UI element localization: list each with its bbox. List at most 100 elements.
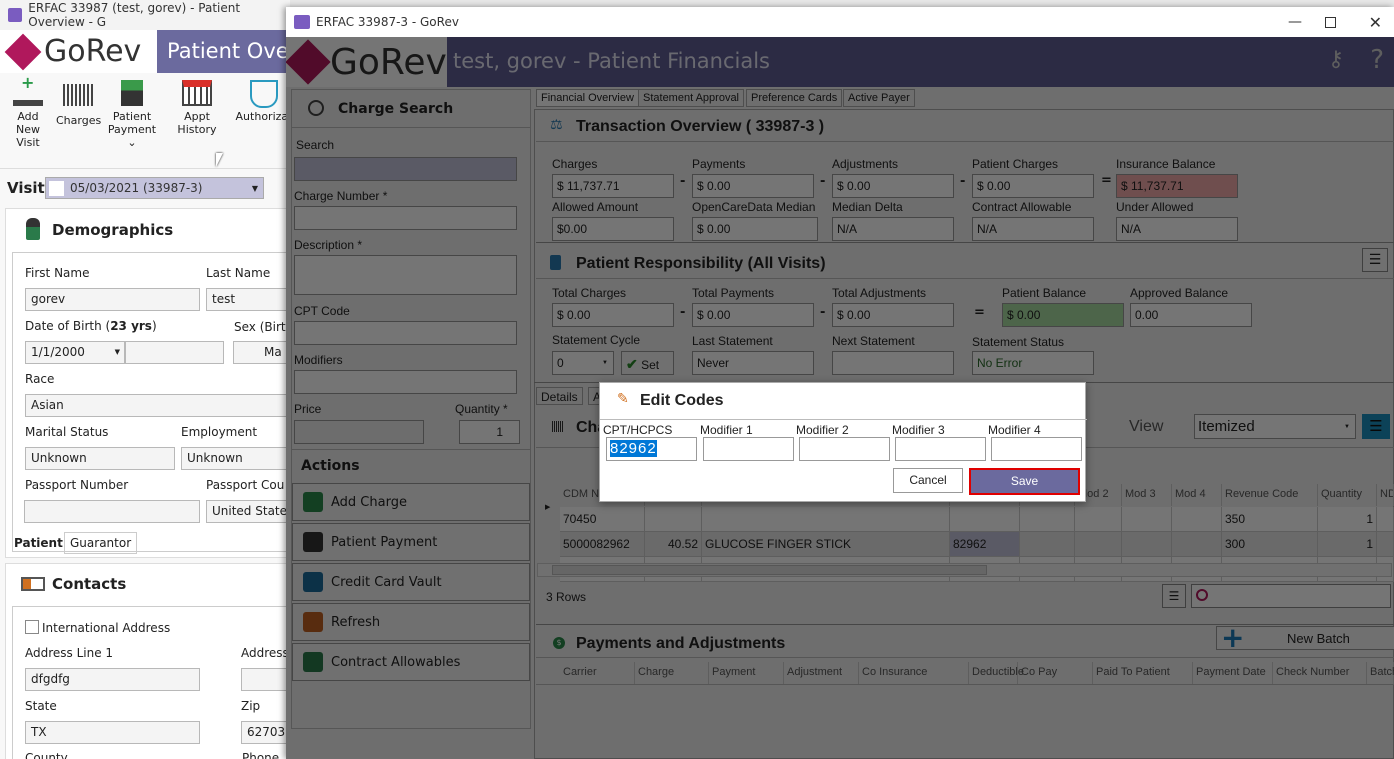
close-button[interactable]: ✕	[1369, 13, 1382, 32]
statement-cycle-select[interactable]: 0 ▼	[552, 351, 614, 375]
tab-patient[interactable]: Patient	[14, 536, 63, 550]
time-stepper[interactable]	[125, 341, 224, 364]
maximize-button[interactable]	[1325, 16, 1336, 28]
tab-financial-overview[interactable]: Financial Overview	[536, 89, 639, 107]
description-textarea[interactable]	[294, 255, 517, 295]
table-cell[interactable]	[1020, 532, 1075, 557]
help-keys-icon[interactable]: ⚷	[1328, 47, 1344, 72]
modifier-4-input[interactable]	[991, 437, 1082, 461]
scrollbar-thumb[interactable]	[552, 565, 987, 575]
minimize-button[interactable]: —	[1288, 14, 1302, 30]
refresh-icon	[303, 612, 323, 632]
table-cell[interactable]	[1122, 532, 1172, 557]
payments-adjustments-title: Payments and Adjustments	[576, 635, 786, 652]
help-icon[interactable]: ?	[1370, 45, 1384, 75]
modifier-1-input[interactable]	[703, 437, 794, 461]
column-header: Deductible	[969, 662, 1024, 684]
table-cell[interactable]	[1377, 507, 1394, 532]
charge-number-label: Charge Number *	[294, 189, 388, 203]
address-line-2-field[interactable]	[241, 668, 290, 691]
table-cell[interactable]	[1122, 507, 1172, 532]
view-select[interactable]: Itemized ▼	[1194, 414, 1356, 439]
cancel-button[interactable]: Cancel	[893, 468, 963, 493]
table-cell[interactable]	[702, 507, 950, 532]
employment-label: Employment	[181, 425, 258, 439]
table-cell[interactable]: 350	[1222, 507, 1318, 532]
tab-preference-cards[interactable]: Preference Cards	[746, 89, 843, 107]
address-line-1-field[interactable]: dfgdfg	[25, 668, 200, 691]
app-icon	[294, 15, 310, 29]
action-contract-allowables-button[interactable]: Contract Allowables	[292, 643, 530, 681]
tab-statement-approval[interactable]: Statement Approval	[638, 89, 745, 107]
first-name-field[interactable]: gorev	[25, 288, 200, 311]
visit-select[interactable]: 05/03/2021 (33987-3) ▼	[45, 177, 264, 199]
column-menu-button[interactable]: ☰	[1362, 414, 1390, 439]
charges-button[interactable]: Charges	[56, 80, 101, 127]
grid-menu-button[interactable]: ☰	[1162, 584, 1186, 608]
patient-payment-button[interactable]: Patient Payment ⌄	[104, 80, 160, 149]
price-label: Price	[294, 402, 322, 416]
modifier-3-input[interactable]	[895, 437, 986, 461]
international-address-checkbox[interactable]	[25, 620, 39, 634]
table-cell[interactable]: 82962	[950, 532, 1020, 557]
charge-number-input[interactable]	[294, 206, 517, 230]
passport-country-select[interactable]: United States	[206, 500, 290, 523]
modifier-4-label: Modifier 4	[988, 423, 1041, 437]
search-input[interactable]	[294, 157, 517, 181]
action-credit-card-vault-button[interactable]: Credit Card Vault	[292, 563, 530, 601]
first-name-label: First Name	[25, 266, 90, 280]
table-cell[interactable]	[1172, 507, 1222, 532]
table-cell[interactable]: 40.52	[645, 532, 702, 557]
new-batch-button[interactable]: + New Batch	[1216, 621, 1394, 654]
page-title: test, gorev - Patient Financials	[453, 49, 770, 73]
modifier-2-input[interactable]	[799, 437, 890, 461]
last-name-field[interactable]: test	[206, 288, 290, 311]
action-refresh-button[interactable]: Refresh	[292, 603, 530, 641]
set-button[interactable]: ✔ Set	[621, 351, 674, 375]
international-address-label: International Address	[42, 621, 171, 635]
visit-checkbox[interactable]	[49, 180, 64, 196]
menu-button[interactable]: ☰	[1362, 248, 1388, 272]
table-cell[interactable]: 1	[1318, 507, 1377, 532]
tab-details[interactable]: Details	[536, 387, 583, 405]
passport-number-field[interactable]	[24, 500, 200, 523]
table-cell[interactable]	[1377, 532, 1394, 557]
shield-clipboard-icon	[250, 80, 278, 108]
authorizations-button[interactable]: Authorizat	[234, 80, 290, 123]
visit-label: Visit	[7, 179, 45, 197]
table-cell[interactable]	[1075, 507, 1122, 532]
modifiers-input[interactable]	[294, 370, 517, 394]
table-cell[interactable]: 5000082962	[560, 532, 645, 557]
table-cell[interactable]	[1075, 532, 1122, 557]
table-cell[interactable]: 300	[1222, 532, 1318, 557]
table-cell[interactable]	[1020, 507, 1075, 532]
state-select[interactable]: TX	[25, 721, 200, 744]
table-cell[interactable]	[1172, 532, 1222, 557]
action-label: Contract Allowables	[331, 654, 461, 670]
race-field[interactable]: Asian	[25, 394, 290, 417]
mouse-cursor-icon	[216, 153, 223, 167]
zip-field[interactable]: 62703	[241, 721, 290, 744]
cpt-code-input[interactable]	[294, 321, 517, 345]
save-button[interactable]: Save	[969, 468, 1080, 495]
appt-history-button[interactable]: Appt History	[165, 80, 229, 136]
table-cell[interactable]: 1	[1318, 532, 1377, 557]
table-cell[interactable]	[645, 507, 702, 532]
sex-select[interactable]: Ma	[233, 341, 290, 364]
action-add-charge-button[interactable]: Add Charge	[292, 483, 530, 521]
marital-status-select[interactable]: Unknown	[25, 447, 175, 470]
table-cell[interactable]: GLUCOSE FINGER STICK	[702, 532, 950, 557]
add-new-visit-button[interactable]: + Add New Visit	[5, 75, 51, 149]
action-patient-payment-button[interactable]: Patient Payment	[292, 523, 530, 561]
cpt-hcpcs-input[interactable]: 82962	[606, 437, 697, 461]
tab-guarantor[interactable]: Guarantor	[64, 532, 138, 554]
dob-picker[interactable]: 1/1/2000 ▼	[25, 341, 125, 364]
table-cell[interactable]: 70450	[560, 507, 645, 532]
tab-active-payer[interactable]: Active Payer	[843, 89, 915, 107]
price-input[interactable]	[294, 420, 424, 444]
horizontal-scrollbar[interactable]	[537, 563, 1392, 577]
quantity-stepper[interactable]: 1	[459, 420, 520, 444]
table-cell[interactable]	[950, 507, 1020, 532]
grid-search-input[interactable]	[1191, 584, 1391, 608]
employment-select[interactable]: Unknown	[181, 447, 290, 470]
